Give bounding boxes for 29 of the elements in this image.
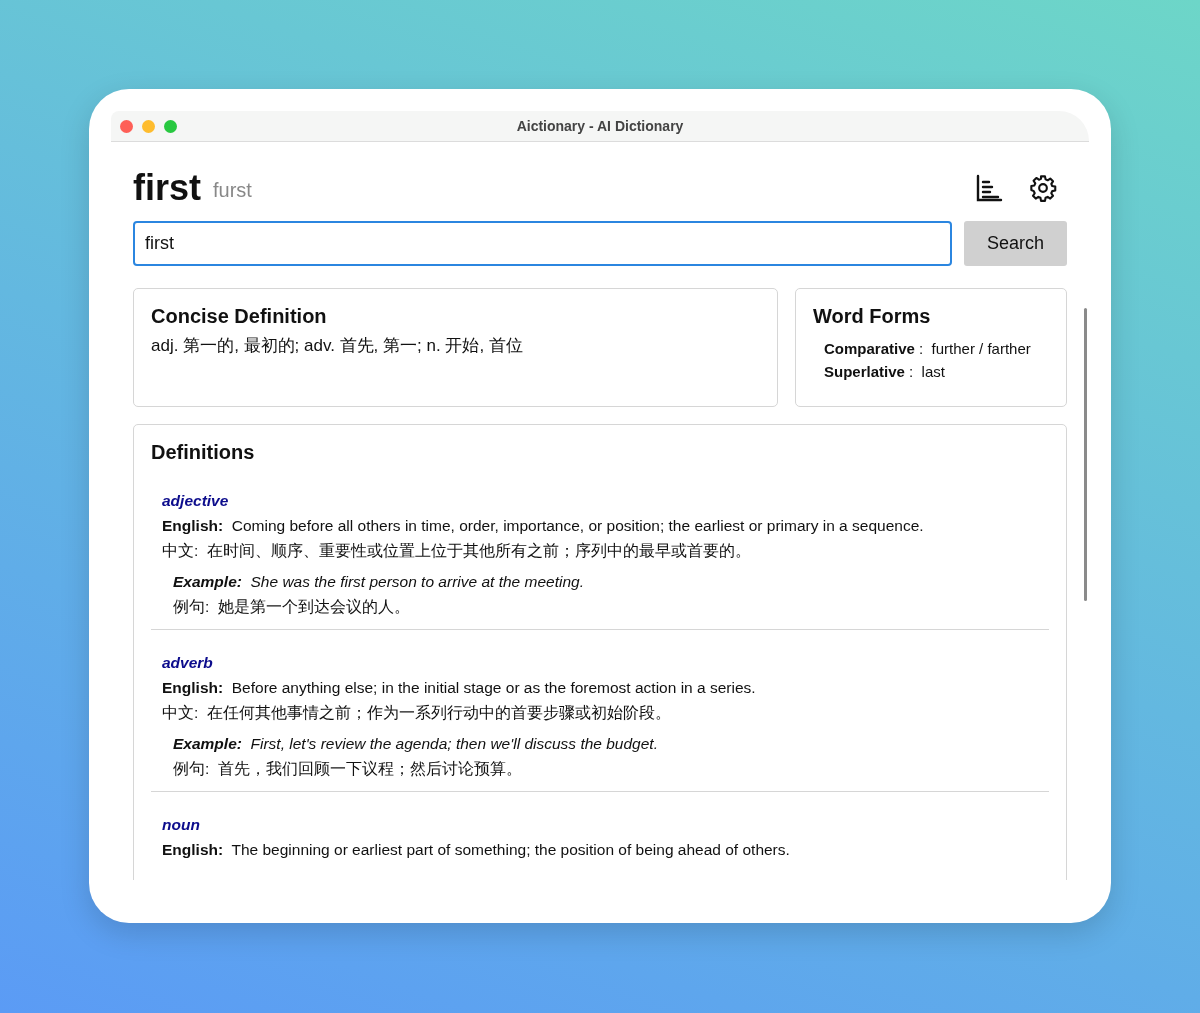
- part-of-speech: adjective: [162, 492, 229, 509]
- card-title: Definitions: [151, 441, 256, 464]
- headword: first: [133, 167, 201, 209]
- english-definition: English: Before anything else; in the initial stage or as the foremost action in a series.: [162, 679, 756, 696]
- word-form: Comparative : further / farther: [824, 340, 1032, 357]
- settings-icon[interactable]: [1029, 174, 1057, 202]
- example-sentence: Example: She was the first person to arrive at the meeting.: [173, 573, 584, 590]
- english-definition: English: The beginning or earliest part of something; the position of being ahead of others.: [162, 841, 790, 858]
- zoom-button[interactable]: [164, 119, 177, 133]
- concise-definition: adj. 第一的, 最初的; adv. 首先, 第一; n. 开始, 首位: [151, 335, 524, 357]
- chinese-definition: 中文: 在任何其他事情之前；作为一系列行动中的首要步骤或初始阶段。: [162, 704, 671, 721]
- part-of-speech: noun: [162, 816, 200, 833]
- window-title: Aictionary - AI Dictionary: [516, 118, 684, 134]
- example-translation: 例句: 她是第一个到达会议的人。: [173, 598, 410, 615]
- part-of-speech: adverb: [162, 654, 213, 671]
- close-button[interactable]: [120, 119, 133, 133]
- pronunciation: furst: [213, 178, 252, 202]
- search-field[interactable]: first: [133, 221, 952, 266]
- example-translation: 例句: 首先，我们回顾一下议程；然后讨论预算。: [173, 760, 522, 777]
- scrollbar[interactable]: [1084, 308, 1087, 601]
- word-form: Superlative : last: [824, 363, 946, 380]
- chart-icon[interactable]: [975, 174, 1003, 202]
- search-button[interactable]: Search: [964, 221, 1067, 266]
- minimize-button[interactable]: [142, 119, 155, 133]
- card-title: Word Forms: [813, 305, 932, 328]
- english-definition: English: Coming before all others in time, order, importance, or position; the earliest or primary in a sequence.: [162, 517, 924, 534]
- example-sentence: Example: First, let's review the agenda; then we'll discuss the budget.: [173, 735, 658, 752]
- chinese-definition: 中文: 在时间、顺序、重要性或位置上位于其他所有之前；序列中的最早或首要的。: [162, 542, 751, 559]
- card-title: Concise Definition: [151, 305, 328, 328]
